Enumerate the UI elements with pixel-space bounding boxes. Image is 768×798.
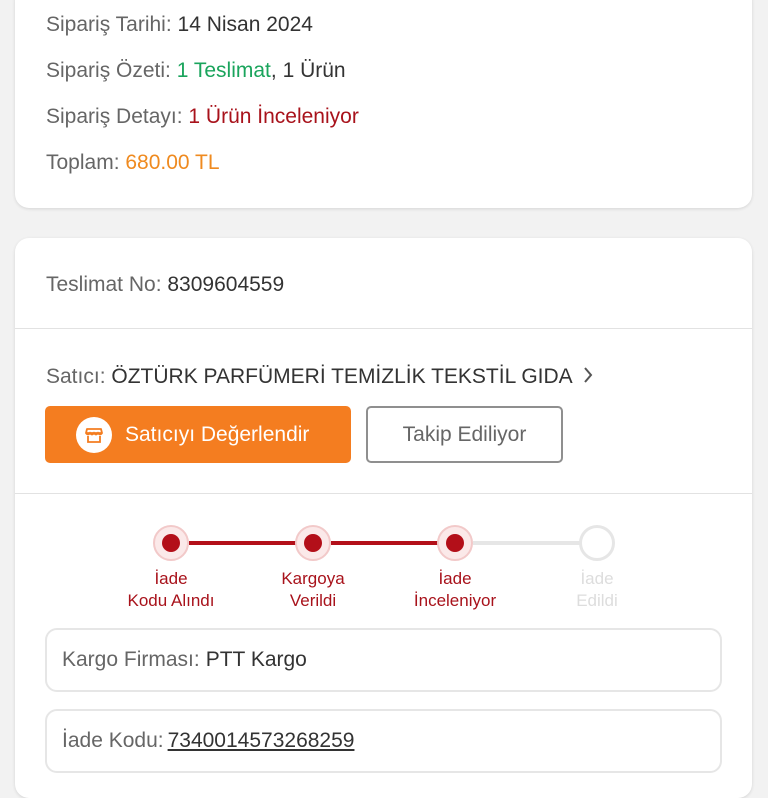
delivery-card: Teslimat No: 8309604559 Satıcı: ÖZTÜRK P… — [15, 238, 752, 798]
step-label: Kargoya Verildi — [281, 569, 345, 610]
rate-seller-label: Satıcıyı Değerlendir — [125, 422, 310, 446]
seller-name: ÖZTÜRK PARFÜMERİ TEMİZLİK TEKSTİL GIDA — [111, 365, 572, 388]
order-overview-label: Sipariş Özeti: — [46, 59, 171, 82]
divider — [15, 328, 752, 329]
return-code-label: İade Kodu: — [62, 729, 164, 752]
cargo-company-box: Kargo Firması: PTT Kargo — [45, 628, 722, 692]
step-label: İade İnceleniyor — [413, 569, 497, 610]
step-dot-pending — [579, 525, 615, 561]
delivery-number-label: Teslimat No: — [46, 273, 162, 296]
chevron-right-icon — [583, 364, 593, 390]
step-label: İade Kodu Alındı — [127, 569, 215, 610]
step-dot-done — [153, 525, 189, 561]
order-date-row: Sipariş Tarihi: 14 Nisan 2024 — [46, 12, 313, 38]
order-date-label: Sipariş Tarihi: — [46, 13, 172, 36]
delivery-number-row: Teslimat No: 8309604559 — [46, 272, 284, 298]
follow-seller-button[interactable]: Takip Ediliyor — [366, 406, 563, 463]
order-overview-separator: , — [270, 59, 277, 82]
return-code-box: İade Kodu: 7340014573268259 — [45, 709, 722, 773]
order-total-value: 680.00 TL — [125, 151, 220, 174]
step-dot-done — [437, 525, 473, 561]
order-date-value: 14 Nisan 2024 — [177, 13, 313, 36]
delivery-number-value: 8309604559 — [167, 273, 285, 296]
order-overview-items: 1 Ürün — [282, 59, 346, 82]
rate-seller-button[interactable]: Satıcıyı Değerlendir — [45, 406, 351, 463]
order-detail-row: Sipariş Detayı: 1 Ürün İnceleniyor — [46, 104, 359, 130]
store-icon — [76, 416, 112, 453]
order-overview-delivery: 1 Teslimat — [176, 59, 271, 82]
step-dot-done — [295, 525, 331, 561]
order-total-label: Toplam: — [46, 151, 120, 174]
step-label: İade Edildi — [576, 569, 618, 610]
order-total-row: Toplam: 680.00 TL — [46, 150, 220, 176]
order-detail-value: 1 Ürün İnceleniyor — [188, 105, 359, 128]
seller-link[interactable]: Satıcı: ÖZTÜRK PARFÜMERİ TEMİZLİK TEKSTİ… — [46, 364, 593, 390]
order-overview-row: Sipariş Özeti: 1 Teslimat, 1 Ürün — [46, 58, 346, 84]
cargo-company-value: PTT Kargo — [205, 648, 307, 671]
order-summary-card: Sipariş Tarihi: 14 Nisan 2024 Sipariş Öz… — [15, 0, 752, 208]
cargo-company-label: Kargo Firması: — [62, 648, 200, 671]
seller-label: Satıcı: — [46, 365, 106, 388]
order-detail-label: Sipariş Detayı: — [46, 105, 183, 128]
return-code-value[interactable]: 7340014573268259 — [168, 729, 355, 753]
divider — [15, 493, 752, 494]
